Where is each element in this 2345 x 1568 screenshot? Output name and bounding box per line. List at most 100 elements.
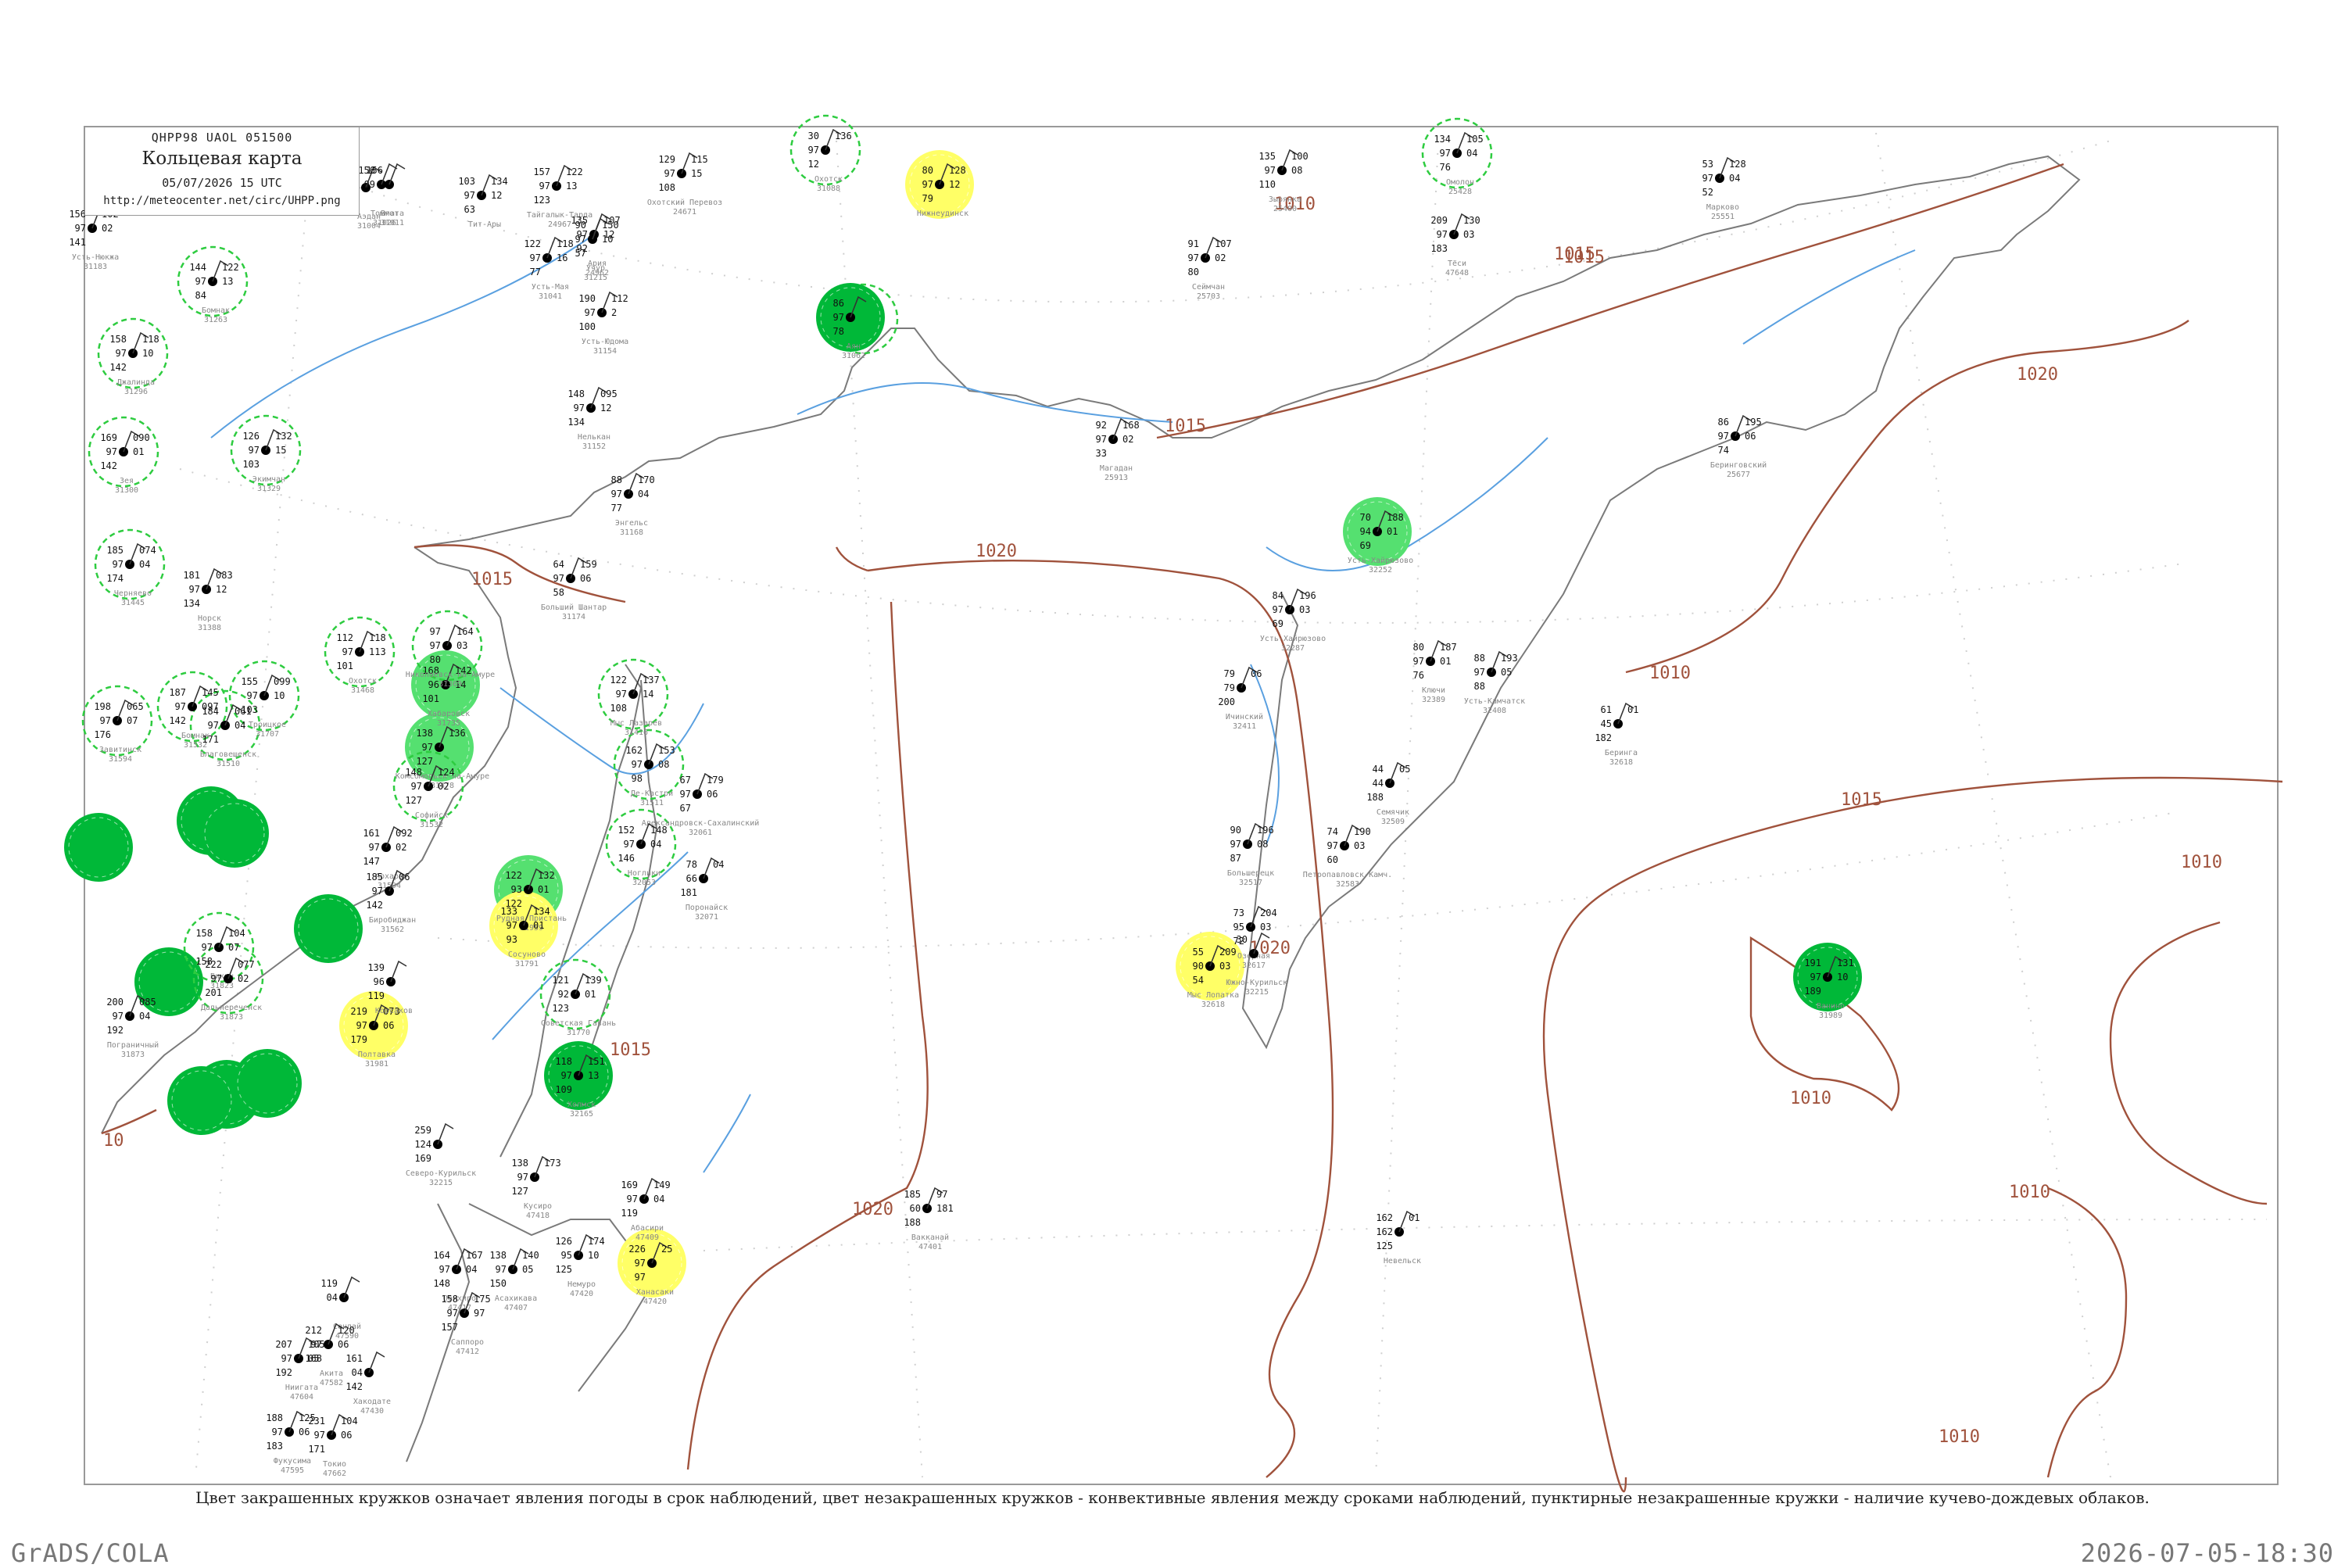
station-id: 32215 (1245, 988, 1269, 997)
station-id: 31416 (625, 729, 648, 737)
station-tendency: 12 (949, 179, 960, 190)
station-tendency: 03 (1299, 604, 1310, 615)
station-visibility: 97 (1437, 229, 1448, 240)
station-temp: 148 (405, 767, 422, 778)
station-dewpoint: 157 (441, 1322, 458, 1333)
station-id: 31981 (365, 1060, 388, 1069)
station-id: 31062 (842, 352, 865, 360)
station-dewpoint: 123 (533, 195, 550, 206)
station-id: 31183 (84, 263, 107, 271)
isobar-label: 1015 (610, 1040, 651, 1060)
map-caption: Цвет закрашенных кружков означает явлени… (195, 1488, 2150, 1507)
station-name: Беринговский (1710, 460, 1767, 470)
station-dewpoint: 171 (308, 1444, 325, 1455)
station-id: 25913 (1104, 474, 1128, 482)
station-visibility: 94 (1360, 526, 1371, 537)
station-dewpoint: 110 (1258, 179, 1276, 190)
station-visibility: 97 (116, 348, 127, 359)
station-id: 25400 (1273, 205, 1297, 213)
station-visibility: 95 (1233, 922, 1244, 933)
station-temp: 169 (621, 1180, 638, 1190)
station-temp: 90 (575, 220, 586, 231)
station-id: 47430 (360, 1407, 384, 1416)
station-visibility: 97 (113, 559, 124, 570)
station-id: 31989 (1819, 1011, 1842, 1020)
station-id: 47412 (456, 1348, 479, 1356)
station-id: 32252 (1369, 566, 1392, 575)
station-dewpoint: 97 (635, 1272, 646, 1283)
station-id: 47409 (635, 1233, 659, 1242)
isobar-label: 1015 (1563, 248, 1605, 267)
station-pressure: 190 (1354, 826, 1371, 837)
station-pressure: 01 (1627, 704, 1638, 715)
station-dewpoint: 189 (1804, 986, 1821, 997)
station-dewpoint: 171 (202, 734, 219, 745)
station-temp: 144 (189, 262, 206, 273)
station-pressure: 104 (341, 1416, 358, 1427)
station-dewpoint: 192 (275, 1367, 292, 1378)
station-pressure: 107 (1215, 238, 1232, 249)
station-name: Петропавловск-Камч. (1303, 871, 1392, 879)
station-dewpoint: 183 (266, 1441, 283, 1452)
station-pressure: 170 (638, 474, 655, 485)
station-temp: 103 (458, 176, 475, 187)
station-name: Вгата (381, 209, 404, 218)
station-dewpoint: 12 (808, 159, 819, 170)
station-tendency: 113 (369, 646, 386, 657)
station-id: 31873 (220, 1013, 243, 1022)
isobar-label: 1020 (2017, 365, 2058, 385)
source-url[interactable]: http://meteocenter.net/circ/UHPP.png (85, 195, 359, 207)
station-dewpoint: 119 (621, 1208, 638, 1219)
map-title: Кольцевая карта (141, 149, 303, 169)
station-dewpoint: 179 (350, 1034, 367, 1045)
station-id: 31088 (817, 184, 840, 193)
weather-circle-green (233, 1049, 302, 1118)
station-visibility: 97 (1188, 252, 1199, 263)
station-dewpoint: 100 (578, 321, 596, 332)
station-id: 32215 (429, 1179, 453, 1187)
station-tendency: 10 (602, 234, 613, 245)
station-name: Нижнеудинск (917, 209, 968, 218)
station-pressure: 115 (691, 154, 708, 165)
station-pressure: 132 (275, 431, 292, 442)
station-pressure: 168 (1122, 420, 1140, 431)
station-name: Немуро (567, 1280, 596, 1289)
station-dewpoint: 101 (422, 693, 439, 704)
station-name: Дальнереченск (201, 1004, 262, 1012)
station-pressure: 167 (466, 1250, 483, 1261)
station-id: 31510 (217, 760, 240, 768)
station-name: Фукусима (274, 1457, 311, 1466)
station-visibility: 97 (175, 701, 186, 712)
station-tendency: 13 (222, 276, 233, 287)
station-id: 47662 (323, 1470, 346, 1478)
station-pressure: 100 (1291, 151, 1309, 162)
station-visibility: 97 (464, 190, 475, 201)
station-name: Холмск (567, 1101, 596, 1109)
station-tendency: 13 (566, 181, 577, 192)
station-pressure: 196 (1257, 825, 1274, 836)
station-name: Софийск (415, 811, 448, 820)
station-tendency: 03 (456, 640, 467, 651)
station-dewpoint: 76 (1440, 162, 1451, 173)
station-visibility: 97 (1440, 148, 1451, 159)
station-name: Зея (120, 477, 134, 485)
station-tendency: 01 (585, 989, 596, 1000)
station-name: Вакканай (911, 1233, 949, 1242)
station-dewpoint: 142 (100, 460, 117, 471)
station-tendency: 06 (383, 1020, 394, 1031)
station-tendency: 05 (308, 1353, 319, 1364)
station-tendency: 08 (1291, 165, 1302, 176)
station-pressure: 095 (600, 388, 618, 399)
station-pressure: 085 (139, 997, 156, 1008)
station-dewpoint: 201 (205, 987, 222, 998)
station-dewpoint: 192 (106, 1025, 124, 1036)
station-temp: 67 (680, 775, 691, 786)
station-id: 31369 (439, 680, 462, 689)
station-name: Семячик (1377, 808, 1409, 817)
station-pressure: 132 (538, 870, 555, 881)
station-pressure: 077 (238, 959, 255, 970)
station-visibility: 60 (910, 1203, 921, 1214)
station-pressure: 118 (369, 632, 386, 643)
station-temp: 90 (1230, 825, 1241, 836)
station-temp: 138 (416, 728, 433, 739)
